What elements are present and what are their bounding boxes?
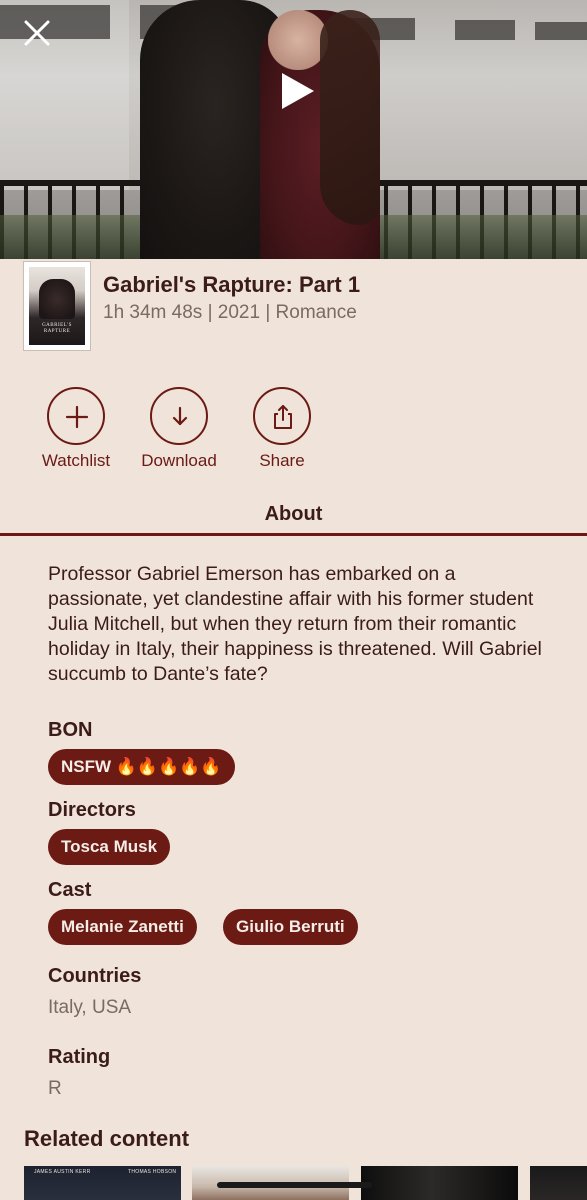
home-indicator[interactable] bbox=[217, 1182, 372, 1188]
poster-title: GABRIEL'S RAPTURE bbox=[42, 323, 72, 334]
related-thumbnail[interactable] bbox=[530, 1166, 587, 1200]
related-thumbnail[interactable] bbox=[361, 1166, 518, 1200]
directors-label: Directors bbox=[48, 799, 136, 821]
plus-icon bbox=[65, 405, 89, 429]
download-label: Download bbox=[141, 451, 217, 470]
hero-window bbox=[455, 20, 515, 40]
tab-about[interactable]: About bbox=[0, 503, 587, 526]
watchlist-label: Watchlist bbox=[41, 451, 111, 470]
rating-label: Rating bbox=[48, 1046, 111, 1068]
cast-chip[interactable]: Melanie Zanetti bbox=[48, 909, 197, 945]
watchlist-button[interactable]: Watchlist bbox=[26, 387, 126, 471]
movie-meta: 1h 34m 48s | 2021 | Romance bbox=[103, 302, 357, 323]
download-button[interactable]: Download bbox=[129, 387, 229, 471]
play-icon[interactable] bbox=[278, 70, 318, 112]
download-arrow-icon bbox=[172, 406, 188, 426]
thumb-caption: JAMES AUSTIN KERR bbox=[34, 1169, 91, 1175]
close-icon[interactable] bbox=[22, 18, 52, 48]
hero-window bbox=[0, 5, 110, 39]
share-button[interactable]: Share bbox=[232, 387, 332, 471]
share-label: Share bbox=[259, 451, 305, 470]
movie-poster: GABRIEL'S RAPTURE bbox=[23, 261, 91, 351]
director-chip[interactable]: Tosca Musk bbox=[48, 829, 171, 865]
rating-value: R bbox=[48, 1078, 62, 1099]
cast-chip[interactable]: Giulio Berruti bbox=[223, 909, 358, 945]
nsfw-chip[interactable]: NSFW 🔥🔥🔥🔥🔥 bbox=[48, 749, 235, 785]
hero-face bbox=[268, 10, 328, 70]
share-icon bbox=[274, 405, 292, 429]
tab-underline bbox=[0, 533, 587, 536]
hero-window bbox=[535, 22, 587, 40]
countries-label: Countries bbox=[48, 965, 142, 987]
related-content-title: Related content bbox=[24, 1126, 190, 1151]
cast-label: Cast bbox=[48, 879, 92, 901]
movie-title: Gabriel's Rapture: Part 1 bbox=[103, 272, 361, 297]
related-thumbnail[interactable]: JAMES AUSTIN KERR THOMAS HOBSON bbox=[24, 1166, 181, 1200]
thumb-caption: THOMAS HOBSON bbox=[128, 1169, 177, 1175]
countries-value: Italy, USA bbox=[48, 997, 132, 1018]
trailer-hero[interactable] bbox=[0, 0, 587, 259]
bon-label: BON bbox=[48, 719, 93, 741]
hero-hair bbox=[320, 10, 380, 225]
movie-description: Professor Gabriel Emerson has embarked o… bbox=[48, 563, 542, 685]
